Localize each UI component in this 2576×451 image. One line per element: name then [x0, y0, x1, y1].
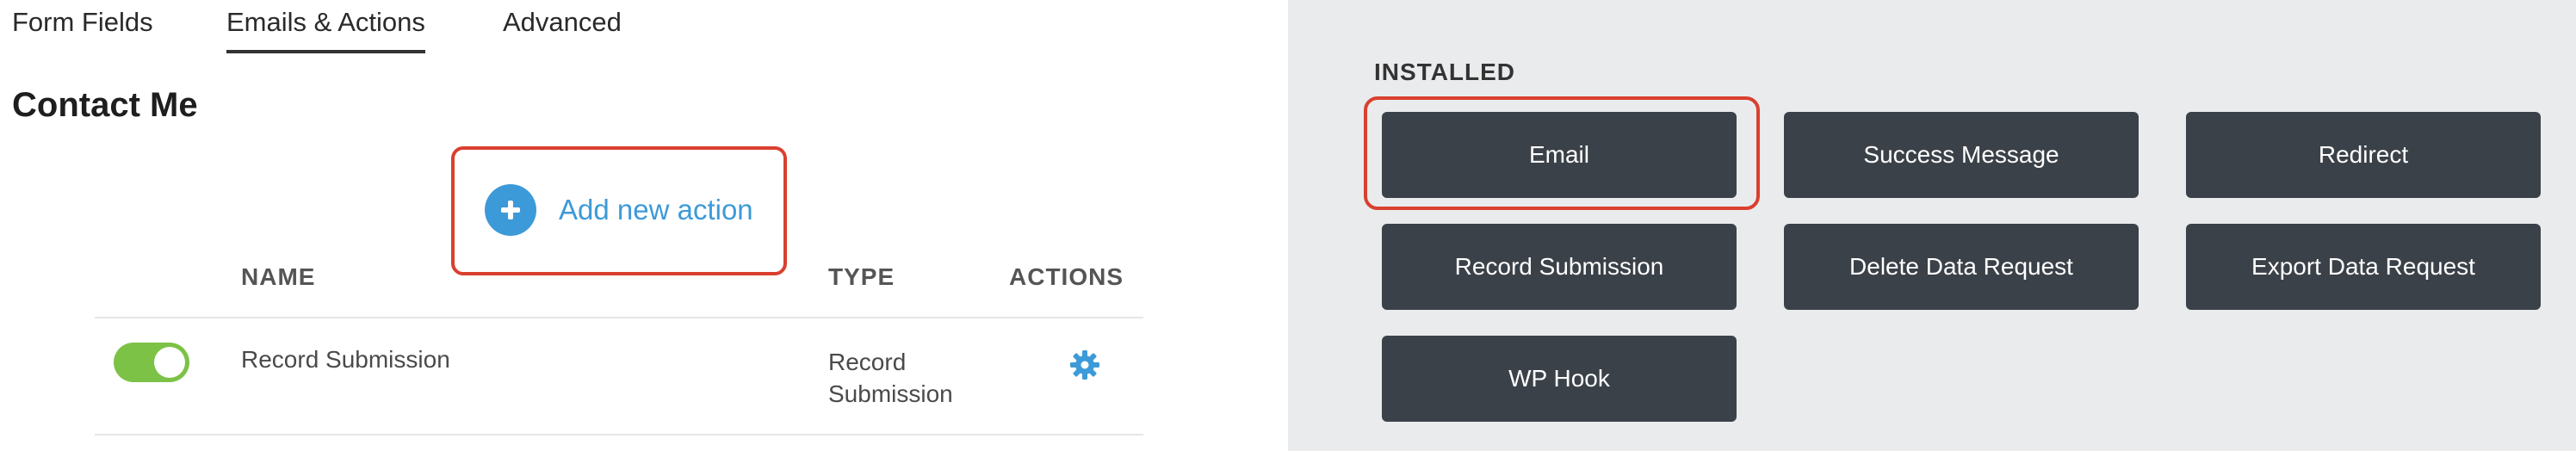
record-submission-action-button[interactable]: Record Submission: [1382, 224, 1737, 310]
action-type: Record Submission: [828, 349, 953, 407]
form-editor-panel: Form Fields Emails & Actions Advanced Co…: [0, 0, 1288, 451]
delete-data-request-action-button[interactable]: Delete Data Request: [1784, 224, 2139, 310]
redirect-action-button[interactable]: Redirect: [2186, 112, 2541, 198]
tab-advanced[interactable]: Advanced: [503, 7, 622, 50]
installed-actions-panel: INSTALLED Email Success Message Redirect…: [1288, 0, 2576, 451]
action-enabled-toggle[interactable]: [114, 343, 189, 382]
installed-heading: INSTALLED: [1374, 59, 1516, 85]
add-new-action-button[interactable]: Add new action: [485, 184, 753, 236]
add-action-highlight: Add new action: [451, 146, 787, 275]
form-title: Contact Me: [12, 86, 198, 124]
gear-icon[interactable]: [1069, 349, 1100, 380]
action-name: Record Submission: [241, 346, 450, 373]
export-data-request-action-button[interactable]: Export Data Request: [2186, 224, 2541, 310]
wp-hook-action-button[interactable]: WP Hook: [1382, 336, 1737, 422]
tab-form-fields[interactable]: Form Fields: [12, 7, 153, 50]
success-message-action-button[interactable]: Success Message: [1784, 112, 2139, 198]
add-new-action-label: Add new action: [559, 194, 753, 226]
email-action-button[interactable]: Email: [1382, 112, 1737, 198]
toggle-knob: [154, 347, 185, 378]
table-divider: [95, 317, 1143, 318]
tab-emails-actions[interactable]: Emails & Actions: [226, 7, 425, 53]
column-header-actions: ACTIONS: [1009, 263, 1124, 290]
plus-circle-icon: [485, 184, 536, 236]
table-divider: [95, 434, 1143, 436]
column-header-type: TYPE: [828, 263, 895, 290]
column-header-name: NAME: [241, 263, 316, 290]
